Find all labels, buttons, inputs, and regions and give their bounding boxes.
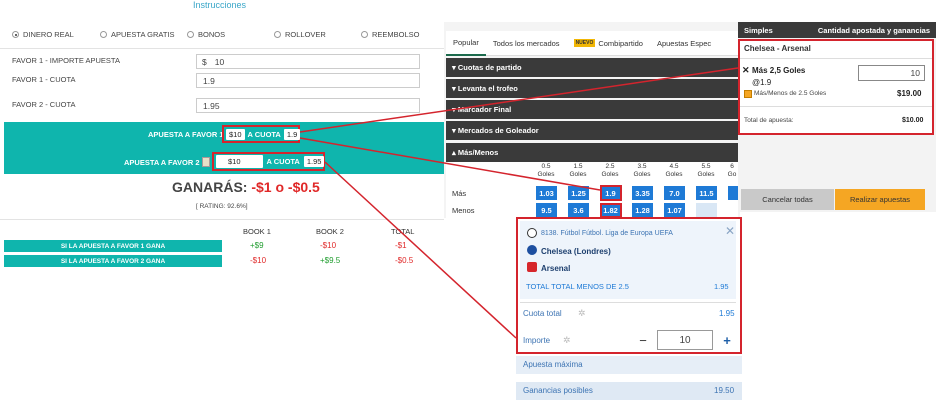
connector-line-book1 [299,67,739,133]
connector-line-book1b [299,137,601,191]
connector-lines [299,67,739,339]
connector-line-book2 [324,161,517,339]
